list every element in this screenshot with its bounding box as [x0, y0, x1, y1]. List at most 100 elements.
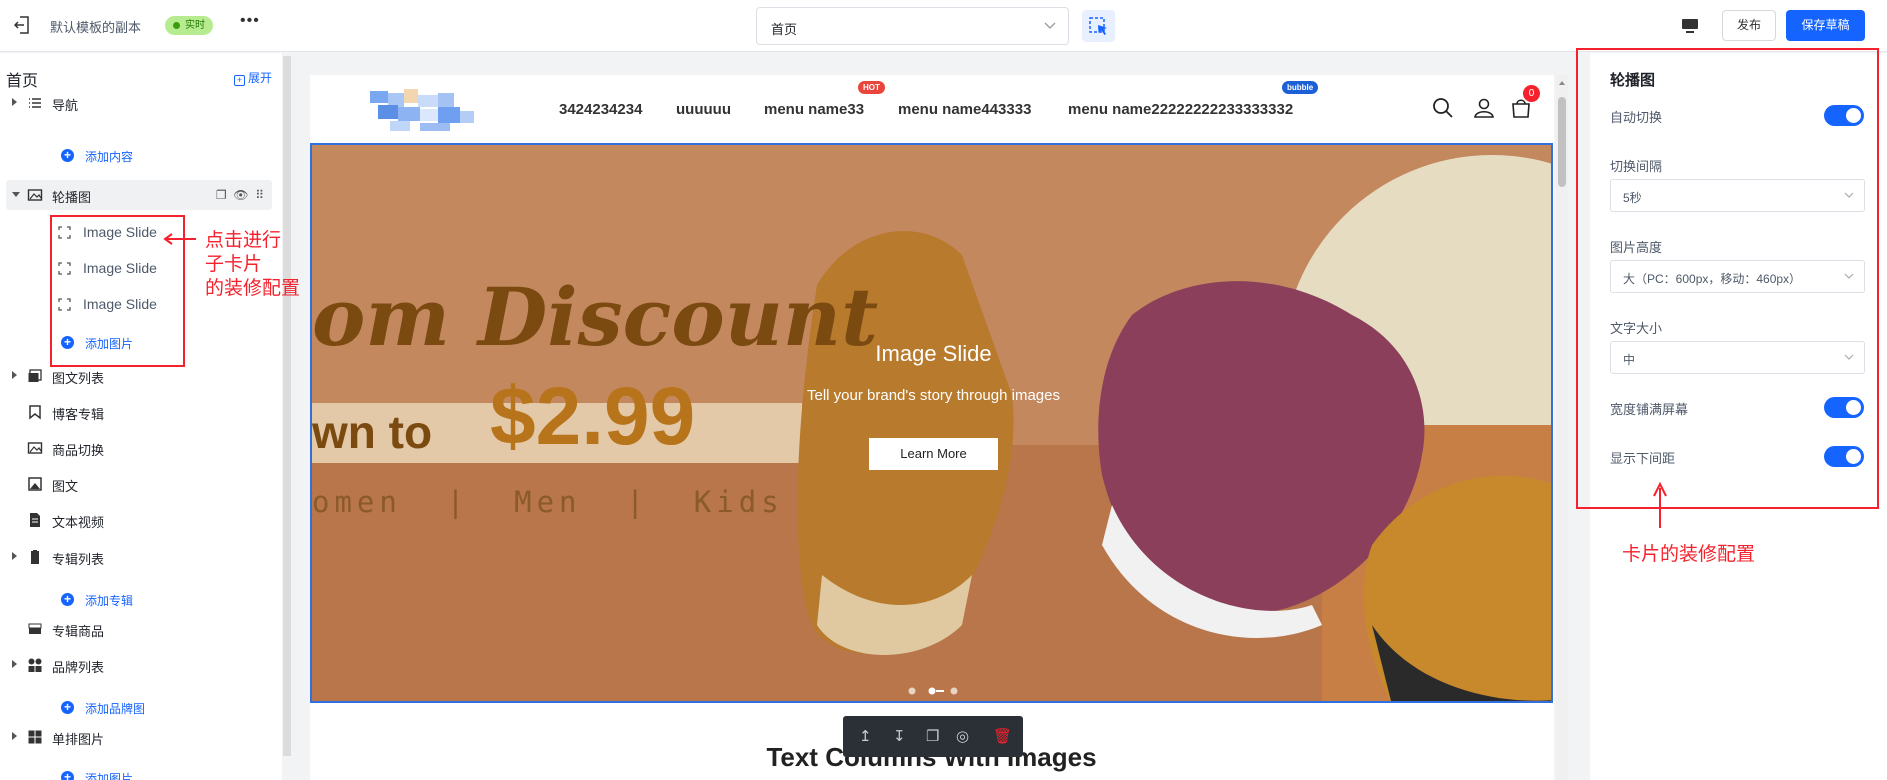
grid-dots-icon	[28, 658, 42, 672]
account-icon[interactable]	[1473, 97, 1495, 119]
store-logo[interactable]	[360, 85, 490, 135]
promo-line-2a: wn to	[312, 406, 433, 458]
tree-item-label: 博客专辑	[52, 407, 105, 422]
tree-item-label: 专辑商品	[52, 624, 105, 639]
search-icon[interactable]	[1432, 97, 1454, 119]
caret-right-icon[interactable]	[12, 552, 17, 560]
tree-item-nav[interactable]: 导航	[0, 88, 276, 118]
select-cursor-icon	[1089, 17, 1107, 35]
caret-right-icon[interactable]	[12, 98, 17, 106]
nav-link[interactable]: menu name22222222233333332	[1068, 101, 1293, 118]
expand-icon: +	[234, 75, 245, 86]
annotation-arrow-left-icon	[163, 233, 196, 245]
tree-item-label: 图文	[52, 479, 79, 494]
cart-count-badge: 0	[1523, 85, 1540, 102]
slide-pagination[interactable]	[312, 683, 1551, 701]
hide-icon[interactable]: ◎	[956, 727, 969, 745]
caret-right-icon[interactable]	[12, 371, 17, 379]
desktop-preview-icon[interactable]	[1681, 17, 1699, 35]
tree-item-single-row-images[interactable]: 单排图片	[0, 722, 276, 752]
promo-line-3: omen | Men | Kids	[312, 485, 784, 519]
pagination-dots-icon[interactable]	[904, 686, 964, 696]
nav-link[interactable]: uuuuuu	[676, 101, 731, 118]
clipboard-icon	[31, 550, 39, 564]
grid-icon	[28, 730, 42, 744]
slide-title: Image Slide	[875, 341, 992, 366]
annotation-left: 点击进行 子卡片 的装修配置	[205, 230, 301, 299]
annotation-right: 卡片的装修配置	[1622, 544, 1756, 565]
chevron-down-icon	[1044, 22, 1056, 29]
preview-canvas: 3424234234 uuuuuu menu name33 HOT menu n…	[310, 75, 1554, 780]
image-icon	[27, 442, 43, 454]
annotation-arrow-up-icon	[1653, 482, 1667, 528]
document-icon	[30, 513, 40, 527]
list-icon	[29, 98, 41, 108]
more-options-icon[interactable]: •••	[240, 12, 260, 30]
plus-icon: +	[61, 149, 74, 162]
tree-item-label: 品牌列表	[52, 660, 105, 675]
exit-icon[interactable]	[14, 16, 30, 34]
item-actions: ❐ 👁 ⠿	[216, 188, 264, 202]
hot-badge: HOT	[858, 81, 885, 94]
canvas-scrollbar[interactable]	[1556, 75, 1568, 780]
plus-icon: +	[61, 771, 74, 780]
image-icon	[27, 189, 43, 201]
delete-icon[interactable]: 🗑	[993, 727, 1012, 745]
eye-icon[interactable]: 👁	[233, 188, 248, 202]
image-list-icon	[28, 369, 42, 382]
plus-icon: +	[61, 701, 74, 714]
annotation-box-panel	[1576, 48, 1879, 509]
page-select[interactable]: 首页	[756, 7, 1069, 45]
scroll-thumb[interactable]	[1558, 97, 1566, 187]
tree-item-label: 单排图片	[52, 732, 105, 747]
top-bar: 默认模板的副本 实时 ••• 首页 发布 保存草稿	[0, 0, 1887, 52]
store-header: 3424234234 uuuuuu menu name33 HOT menu n…	[310, 75, 1554, 143]
tree-item-image-text[interactable]: 图文	[0, 469, 276, 499]
copy-icon[interactable]: ❐	[216, 188, 227, 202]
plus-icon: +	[61, 593, 74, 606]
tree-item-brand-list[interactable]: 品牌列表	[0, 650, 276, 680]
carousel-slide[interactable]: om Discount wn to $2.99 omen | Men | Kid…	[310, 143, 1553, 703]
publish-button[interactable]: 发布	[1722, 10, 1776, 41]
promo-price: $2.99	[490, 371, 696, 462]
caret-right-icon[interactable]	[12, 732, 17, 740]
tree-item-text-video[interactable]: 文本视频	[0, 505, 276, 535]
live-status-badge: 实时	[165, 16, 213, 35]
caret-down-icon[interactable]	[12, 192, 20, 197]
tree-item-label: 轮播图	[52, 190, 92, 205]
tree-item-carousel[interactable]: 轮播图 ❐ 👁 ⠿	[6, 180, 272, 210]
template-title: 默认模板的副本	[50, 20, 142, 35]
tree-item-label: 商品切换	[52, 443, 105, 458]
slide-subtitle: Tell your brand's story through images	[807, 387, 1060, 404]
drag-handle-icon[interactable]: ⠿	[255, 188, 264, 202]
save-draft-button[interactable]: 保存草稿	[1786, 10, 1865, 41]
nav-link[interactable]: menu name443333	[898, 101, 1031, 118]
product-card-icon	[28, 623, 42, 634]
tree-item-collection-list[interactable]: 专辑列表	[0, 542, 276, 572]
live-dot-icon	[173, 22, 180, 29]
tree-item-product-switch[interactable]: 商品切换	[0, 433, 276, 463]
move-down-icon[interactable]: ↧	[893, 727, 906, 745]
page-select-value: 首页	[771, 22, 798, 37]
learn-more-button[interactable]: Learn More	[869, 438, 998, 470]
tree-item-label: 文本视频	[52, 515, 105, 530]
duplicate-icon[interactable]: ❐	[926, 727, 939, 745]
block-toolbar: ↥ ↧ ❐ ◎ 🗑	[843, 716, 1023, 757]
tree-item-collection-products[interactable]: 专辑商品	[0, 614, 276, 644]
tree-item-label: 专辑列表	[52, 552, 105, 567]
bubble-badge: bubble	[1282, 81, 1319, 94]
caret-right-icon[interactable]	[12, 660, 17, 668]
tree-item-blog-collection[interactable]: 博客专辑	[0, 397, 276, 427]
picture-icon	[28, 477, 42, 491]
scroll-up-icon[interactable]	[1559, 81, 1565, 85]
bookmark-icon	[29, 405, 41, 420]
nav-link[interactable]: 3424234234	[559, 101, 642, 118]
move-up-icon[interactable]: ↥	[859, 727, 872, 745]
nav-link[interactable]: menu name33	[764, 101, 864, 118]
expand-all-button[interactable]: + 展开	[234, 69, 272, 86]
element-picker-button[interactable]	[1082, 10, 1115, 42]
tree-item-label: 导航	[52, 98, 79, 113]
tree-item-label: 图文列表	[52, 371, 105, 386]
sidebar-scrollbar[interactable]	[283, 56, 291, 756]
sections-sidebar: 首页 + 展开 导航 + 添加内容 轮播图 ❐ 👁 ⠿ Image Slide Im…	[0, 53, 282, 780]
